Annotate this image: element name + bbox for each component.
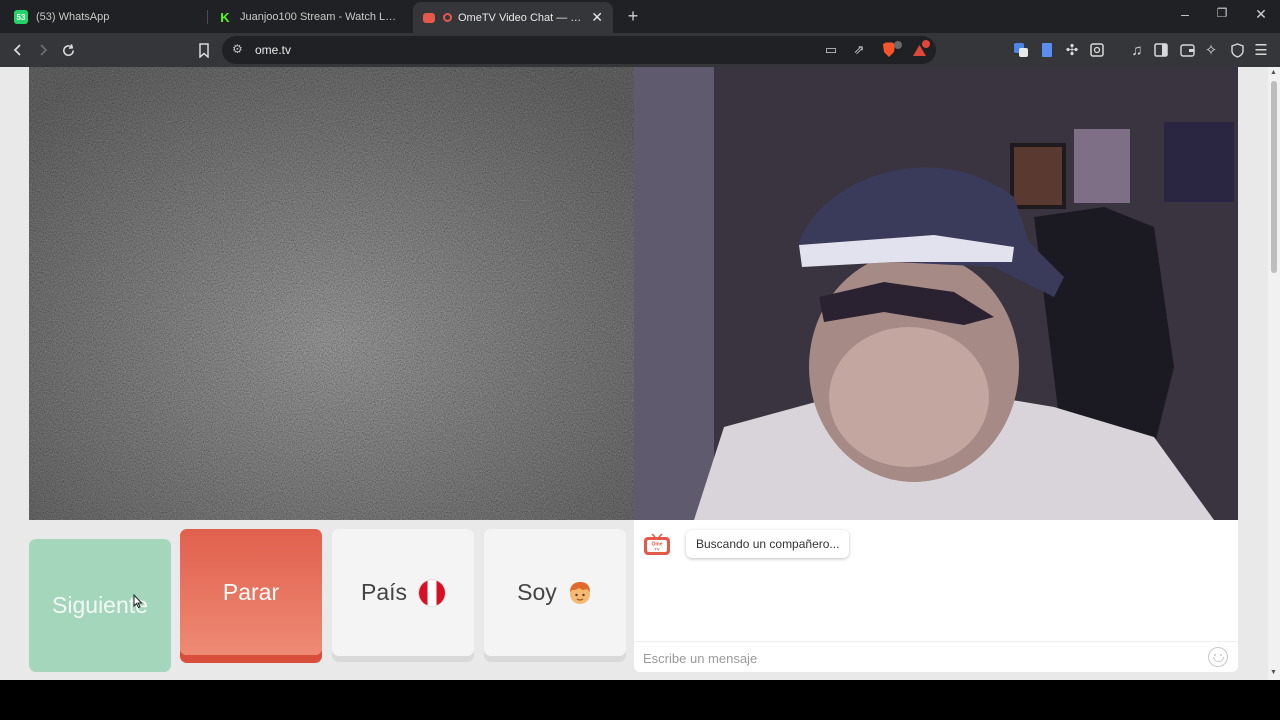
translate-icon[interactable] — [1010, 39, 1032, 61]
browser-toolbar: ⚙ ome.tv ▭ ⇗ ✣ ♫ ✧ ☰ — [0, 33, 1280, 67]
country-button[interactable]: País — [332, 529, 474, 656]
recording-icon — [443, 13, 452, 22]
back-icon[interactable] — [7, 39, 29, 61]
tab-strip: 53 (53) WhatsApp K Juanjoo100 Stream - W… — [0, 0, 1280, 33]
self-camera-video — [634, 67, 1238, 520]
share-icon[interactable]: ⇗ — [850, 41, 868, 59]
minimize-icon[interactable]: – — [1175, 6, 1195, 22]
ometv-page: Siguiente Parar País Soy Ome TV Buscando… — [0, 67, 1268, 680]
url-text: ome.tv — [255, 43, 292, 57]
mouse-cursor-icon — [133, 594, 143, 608]
forward-icon[interactable] — [32, 39, 54, 61]
gender-button-label: Soy — [517, 579, 557, 605]
shields-count-badge — [894, 41, 902, 49]
site-settings-icon[interactable]: ⚙ — [232, 42, 243, 56]
ometv-icon — [423, 12, 435, 23]
tab-title: OmeTV Video Chat — Omegle — [458, 11, 583, 24]
scrollbar-thumb[interactable] — [1271, 81, 1277, 273]
chat-divider — [634, 641, 1238, 642]
svg-text:TV: TV — [654, 547, 659, 552]
chat-panel: Ome TV Buscando un compañero... — [634, 520, 1238, 672]
scroll-down-icon[interactable]: ▼ — [1270, 669, 1277, 676]
close-window-icon[interactable]: ✕ — [1251, 6, 1271, 23]
bookmark-icon[interactable] — [193, 39, 215, 61]
screenshot-icon[interactable] — [1086, 39, 1108, 61]
scroll-up-icon[interactable]: ▲ — [1270, 69, 1277, 76]
whatsapp-icon: 53 — [14, 10, 28, 24]
sidebar-icon[interactable] — [1150, 39, 1172, 61]
extension-icon[interactable] — [1036, 39, 1058, 61]
kick-icon: K — [218, 10, 232, 25]
tab-ometv[interactable]: OmeTV Video Chat — Omegle ✕ — [413, 2, 613, 33]
tab-title: Juanjoo100 Stream - Watch Live on K — [240, 11, 398, 23]
reload-icon[interactable] — [57, 39, 79, 61]
address-bar[interactable]: ⚙ ome.tv ▭ ⇗ — [222, 36, 936, 64]
taskbar-area — [0, 680, 1280, 720]
stop-button-label: Parar — [222, 578, 280, 605]
restore-icon[interactable]: ❐ — [1212, 6, 1232, 20]
page-scrollbar[interactable]: ▲ ▼ — [1268, 67, 1280, 680]
rewards-badge — [922, 40, 930, 48]
boy-avatar-icon — [569, 581, 590, 604]
menu-icon[interactable]: ☰ — [1250, 39, 1272, 61]
media-icon[interactable]: ♫ — [1126, 39, 1148, 61]
ometv-logo-icon: Ome TV — [644, 533, 670, 555]
tab-kick-stream[interactable]: K Juanjoo100 Stream - Watch Live on K — [208, 4, 408, 30]
country-button-label: País — [360, 579, 408, 605]
gender-button[interactable]: Soy — [484, 529, 626, 656]
peru-flag-icon — [419, 579, 446, 606]
next-button[interactable]: Siguiente — [29, 539, 171, 672]
new-tab-button[interactable]: + — [623, 6, 643, 27]
cast-icon[interactable]: ▭ — [822, 41, 840, 59]
tab-title: (53) WhatsApp — [36, 11, 110, 23]
emoji-picker-icon[interactable] — [1208, 647, 1228, 667]
partner-video-static — [29, 67, 634, 520]
tab-whatsapp[interactable]: 53 (53) WhatsApp — [4, 4, 204, 30]
stop-button[interactable]: Parar — [180, 529, 322, 655]
extensions-puzzle-icon[interactable]: ✣ — [1061, 39, 1083, 61]
chat-message-input[interactable] — [643, 649, 1203, 667]
wallet-icon[interactable] — [1176, 39, 1198, 61]
vpn-icon[interactable] — [1226, 39, 1248, 61]
leo-ai-icon[interactable]: ✧ — [1200, 39, 1222, 61]
chat-status-message: Buscando un compañero... — [686, 530, 850, 558]
close-tab-icon[interactable]: ✕ — [591, 9, 603, 26]
